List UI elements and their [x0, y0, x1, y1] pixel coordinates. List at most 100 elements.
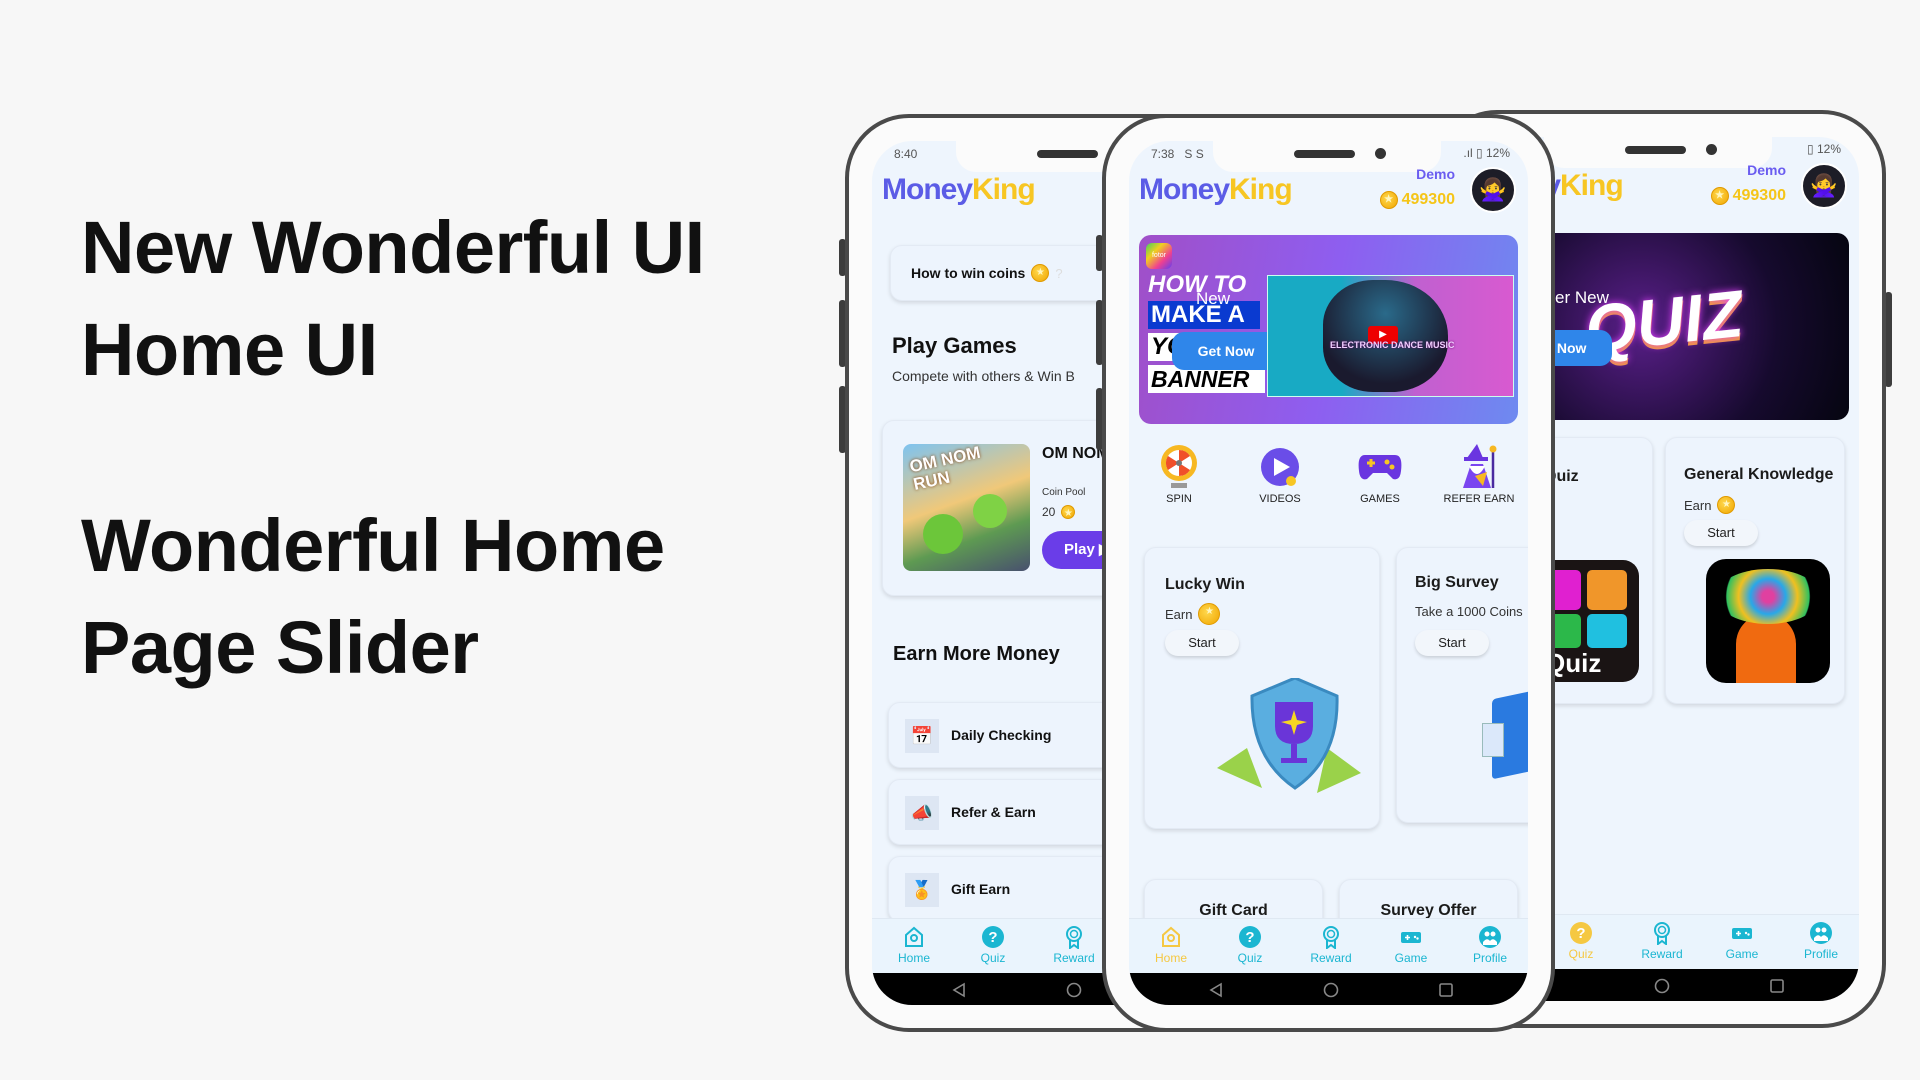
app-logo: MoneyKing: [1139, 173, 1293, 206]
home-icon: [905, 926, 923, 947]
gamepad-icon: [1732, 928, 1752, 939]
question-icon: ?: [1570, 922, 1592, 944]
banner-overlay-text: New: [1196, 289, 1231, 308]
speaker: [1294, 150, 1355, 158]
card-earn: Earn: [1165, 603, 1221, 625]
award-icon: [1323, 926, 1339, 949]
earn-more-title: Earn More Money: [893, 643, 1060, 665]
nav-reward[interactable]: Reward: [1039, 925, 1109, 965]
gamepad-icon: [1401, 932, 1421, 943]
category-videos[interactable]: VIDEOS: [1235, 441, 1325, 505]
headline-line-2: Home UI: [81, 308, 378, 391]
coin-pool-label: Coin Pool: [1042, 487, 1086, 498]
coin-icon: [1717, 496, 1736, 514]
nav-game[interactable]: Game: [1376, 925, 1446, 965]
trophy-shield-icon: [1217, 678, 1361, 793]
back-icon[interactable]: [951, 982, 967, 998]
award-icon: [1654, 922, 1670, 945]
banner-inner-text: ELECTRONIC DANCE MUSIC: [1330, 340, 1455, 350]
card-title: General Knowledge: [1684, 466, 1834, 483]
nav-profile[interactable]: Profile: [1455, 925, 1525, 965]
svg-text:?: ?: [988, 929, 997, 946]
banner-overlay-text: er New: [1555, 288, 1609, 307]
how-to-win-label: How to win coins: [911, 265, 1026, 281]
nav-reward[interactable]: Reward: [1627, 921, 1697, 961]
calendar-icon: 📅: [905, 719, 939, 753]
speaker: [1037, 150, 1098, 158]
avatar[interactable]: 🙅‍♀️: [1470, 167, 1516, 213]
question-icon: ?: [1239, 926, 1261, 948]
category-spin[interactable]: SPIN: [1134, 441, 1224, 505]
coin-balance: 499300: [1710, 187, 1786, 205]
spin-wheel-icon: [1161, 445, 1197, 488]
home-circle-icon[interactable]: [1654, 978, 1670, 994]
coin-icon: [1031, 264, 1050, 282]
nav-game[interactable]: Game: [1707, 921, 1777, 961]
coin-pool-value: 20: [1042, 505, 1076, 522]
banner-image: ▶ ELECTRONIC DANCE MUSIC: [1267, 275, 1514, 397]
phone-middle: 7:38 S S .ıl ▯ 12% MoneyKing Demo 499300…: [1102, 114, 1555, 1032]
recents-icon[interactable]: [1438, 982, 1454, 998]
coin-icon: [1198, 603, 1221, 625]
start-button[interactable]: Start: [1165, 630, 1239, 656]
start-button[interactable]: Start: [1684, 520, 1758, 546]
status-battery: .ıl ▯ 12%: [1463, 146, 1510, 160]
game-thumbnail: OM NOM RUN: [903, 444, 1030, 571]
card-subtitle: Take a 1000 Coins: [1415, 604, 1523, 619]
home-circle-icon[interactable]: [1066, 982, 1082, 998]
headline-line-1: New Wonderful UI: [81, 206, 705, 289]
status-time: 8:40: [894, 147, 918, 161]
home-icon: [1162, 926, 1180, 947]
nav-home[interactable]: Home: [1136, 925, 1206, 965]
app-logo: MoneyKing: [882, 173, 1036, 206]
system-nav-bar: [1129, 973, 1528, 1005]
notch: [1213, 141, 1441, 172]
megaphone-icon: 📣: [905, 796, 939, 830]
question-icon: ?: [982, 926, 1004, 948]
gamepad-icon: [1358, 455, 1402, 480]
home-circle-icon[interactable]: [1323, 982, 1339, 998]
category-games[interactable]: GAMES: [1335, 441, 1425, 505]
bottom-nav: Home ?Quiz Reward Game Profile: [1129, 918, 1528, 973]
svg-text:?: ?: [1576, 925, 1585, 942]
video-play-icon: [1261, 448, 1299, 486]
medal-icon: 🏅: [905, 873, 939, 907]
profile-icon: [1810, 922, 1832, 944]
user-name: Demo: [1747, 162, 1786, 178]
card-earn: Earn: [1684, 496, 1736, 514]
big-survey-card[interactable]: Big Survey Take a 1000 Coins Start: [1396, 547, 1528, 823]
back-icon[interactable]: [1208, 982, 1224, 998]
lucky-win-card[interactable]: Lucky Win Earn Start: [1144, 547, 1380, 829]
nav-quiz[interactable]: ? Quiz: [1546, 921, 1616, 961]
knowledge-image: [1706, 559, 1830, 683]
start-button[interactable]: Start: [1415, 630, 1489, 656]
nav-reward[interactable]: Reward: [1296, 925, 1366, 965]
coin-icon: [1710, 187, 1729, 205]
side-button: [1885, 292, 1892, 387]
award-icon: [1066, 926, 1082, 949]
wizard-icon: [1463, 444, 1497, 488]
get-now-button[interactable]: Get Now: [1172, 332, 1280, 370]
avatar[interactable]: 🙅‍♀️: [1801, 163, 1847, 209]
promo-banner[interactable]: fotor HOW TO MAKE A YOUR BANNER New Get …: [1139, 235, 1518, 424]
card-title: Big Survey: [1415, 574, 1499, 591]
category-refer-earn[interactable]: REFER EARN: [1434, 441, 1524, 505]
coin-icon: [1379, 191, 1398, 209]
coin-icon: [1061, 505, 1076, 522]
fotor-badge: fotor: [1146, 243, 1172, 269]
general-knowledge-card[interactable]: General Knowledge Earn Start: [1665, 437, 1845, 704]
coin-balance: 499300: [1379, 191, 1455, 209]
svg-text:?: ?: [1245, 929, 1254, 946]
camera: [1375, 148, 1386, 159]
nav-quiz[interactable]: ? Quiz: [958, 925, 1028, 965]
nav-home[interactable]: Home: [879, 925, 949, 965]
nav-quiz[interactable]: ? Quiz: [1215, 925, 1285, 965]
status-battery: ▯ 12%: [1807, 142, 1841, 156]
recents-icon[interactable]: [1769, 978, 1785, 994]
nav-profile[interactable]: Profile: [1786, 921, 1856, 961]
headline-line-3: Wonderful Home: [81, 504, 665, 587]
notch: [1544, 137, 1772, 168]
camera: [1706, 144, 1717, 155]
headline-line-4: Page Slider: [81, 606, 479, 689]
question-mark: ?: [1055, 265, 1063, 281]
